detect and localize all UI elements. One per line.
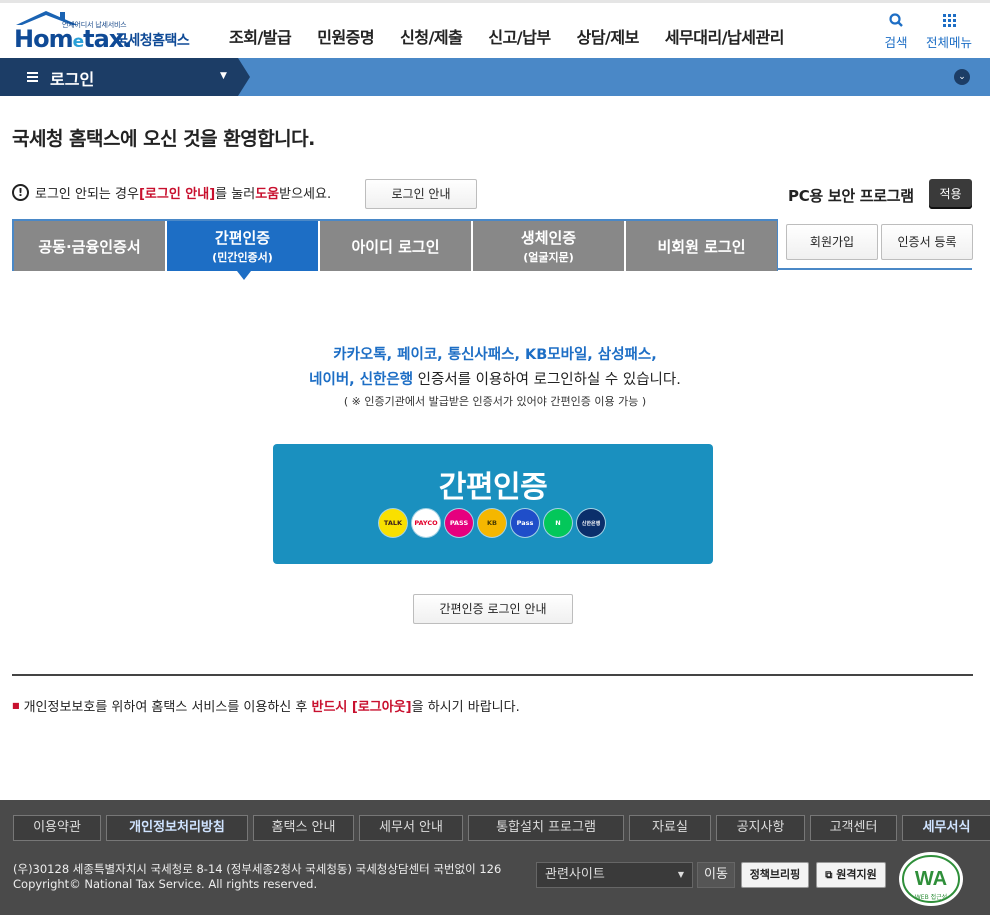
payco-icon: PAYCO [412,509,440,537]
pass-icon: PASS [445,509,473,537]
logout-notice: ■ 개인정보보호를 위하여 홈택스 서비스를 이용하신 후 반드시 [로그아웃]을… [12,700,520,715]
login-method-tabs: 공동·금융인증서 간편인증 (민간인증서) 아이디 로그인 생체인증 (얼굴지문… [12,219,778,271]
bullet-icon: ■ [12,701,20,710]
naver-icon: N [544,509,572,537]
location-bar: 로그인 ▼ ⌄ [0,58,990,96]
pc-security-label: PC용 보안 프로그램 [788,187,914,205]
samsung-pass-icon: Pass [511,509,539,537]
join-button[interactable]: 회원가입 [786,224,878,260]
footer-link-tax-forms[interactable]: 세무서식 [902,815,990,841]
svg-text:WA: WA [915,868,947,890]
search-button[interactable]: 검색 [882,12,910,51]
tab-biometric[interactable]: 생체인증 (얼굴지문) [473,221,624,271]
provider-icons: TALK PAYCO PASS KB Pass N 신한은행 [379,509,610,537]
divider [12,674,973,676]
login-guide-button[interactable]: 로그인 안내 [365,179,477,209]
cert-register-button[interactable]: 인증서 등록 [881,224,973,260]
related-sites-select[interactable]: 관련사이트 ▼ [536,862,693,888]
menu-apply-submit[interactable]: 신청/제출 [400,24,463,48]
web-accessibility-mark-icon: WA WEB 접근성 [899,852,963,906]
svg-text:WEB 접근성: WEB 접근성 [915,893,947,901]
location-current[interactable]: 로그인 [50,66,94,90]
main-menu: 조회/발급 민원증명 신청/제출 신고/납부 상담/제보 세무대리/납세관리 [229,24,810,48]
menu-report-pay[interactable]: 신고/납부 [488,24,551,48]
footer-link-privacy[interactable]: 개인정보처리방침 [106,815,248,841]
footer-link-taxoffice-guide[interactable]: 세무서 안내 [359,815,463,841]
all-menu-button[interactable]: 전체메뉴 [925,12,973,51]
easy-auth-description: 카카오톡, 페이코, 통신사패스, KB모바일, 삼성패스, 네이버, 신한은행… [0,343,990,411]
remote-support-button[interactable]: ⧉ 원격지원 [816,862,886,888]
footer-address: (우)30128 세종특별자치시 국세청로 8-14 (정부세종2청사 국세청동… [13,862,502,891]
expand-toggle-icon[interactable]: ⌄ [954,69,970,85]
all-menu-label: 전체메뉴 [925,35,972,50]
easy-auth-note: ( ※ 인증기관에서 발급받은 인증서가 있어야 간편인증 이용 가능 ) [343,395,647,408]
search-label: 검색 [884,35,908,50]
login-help-text: ! 로그인 안되는 경우 [로그인 안내] 를 눌러 도움 받으세요. [12,183,331,202]
login-help-link-text: [로그인 안내] [138,187,216,202]
footer-link-customer-center[interactable]: 고객센터 [810,815,897,841]
policy-briefing-button[interactable]: 정책브리핑 [741,862,809,888]
active-tab-pointer [237,271,251,280]
chevron-down-icon: ▼ [677,870,684,879]
footer-link-notice[interactable]: 공지사항 [716,815,805,841]
search-icon [889,13,903,27]
copyright: Copyright© National Tax Service. All rig… [13,877,318,891]
footer-link-install-program[interactable]: 통합설치 프로그램 [468,815,624,841]
menu-consult-report[interactable]: 상담/제보 [577,24,640,48]
grid-icon [943,14,956,27]
easy-auth-guide-button[interactable]: 간편인증 로그인 안내 [413,594,573,624]
security-apply-button[interactable]: 적용 [929,179,972,209]
hometax-logo[interactable]: 언제어디서 납세서비스 Hometax. 국세청홈택스 [12,9,197,53]
tab-joint-certificate[interactable]: 공동·금융인증서 [14,221,165,271]
easy-auth-button[interactable]: 간편인증 TALK PAYCO PASS KB Pass N 신한은행 [273,444,713,564]
header: 언제어디서 납세서비스 Hometax. 국세청홈택스 조회/발급 민원증명 신… [0,0,990,58]
footer-links: 이용약관 개인정보처리방침 홈택스 안내 세무서 안내 통합설치 프로그램 자료… [13,815,990,841]
footer: 이용약관 개인정보처리방침 홈택스 안내 세무서 안내 통합설치 프로그램 자료… [0,800,990,915]
tab-id-login[interactable]: 아이디 로그인 [320,221,471,271]
menu-inquiry-issue[interactable]: 조회/발급 [229,24,292,48]
chevron-down-icon[interactable]: ▼ [220,71,227,81]
tab-easy-auth[interactable]: 간편인증 (민간인증서) [167,221,318,271]
tab-guest-login[interactable]: 비회원 로그인 [626,221,777,271]
menu-civil-certificate[interactable]: 민원증명 [317,24,374,48]
kakaotalk-icon: TALK [379,509,407,537]
logo-wordmark: Hometax. [14,25,132,53]
footer-link-library[interactable]: 자료실 [629,815,711,841]
footer-link-hometax-guide[interactable]: 홈택스 안내 [253,815,354,841]
shinhan-bank-icon: 신한은행 [577,509,605,537]
alert-icon: ! [12,184,29,201]
page-title: 국세청 홈택스에 오신 것을 환영합니다. [12,128,315,150]
tab-underline [778,268,972,270]
easy-auth-title: 간편인증 [438,470,548,505]
hamburger-icon [27,72,38,82]
go-button[interactable]: 이동 [697,862,735,888]
kb-mobile-icon: KB [478,509,506,537]
remote-support-icon: ⧉ [825,870,833,881]
logo-korean-name: 국세청홈택스 [115,33,190,49]
menu-tax-agent[interactable]: 세무대리/납세관리 [665,24,785,48]
footer-link-terms[interactable]: 이용약관 [13,815,101,841]
